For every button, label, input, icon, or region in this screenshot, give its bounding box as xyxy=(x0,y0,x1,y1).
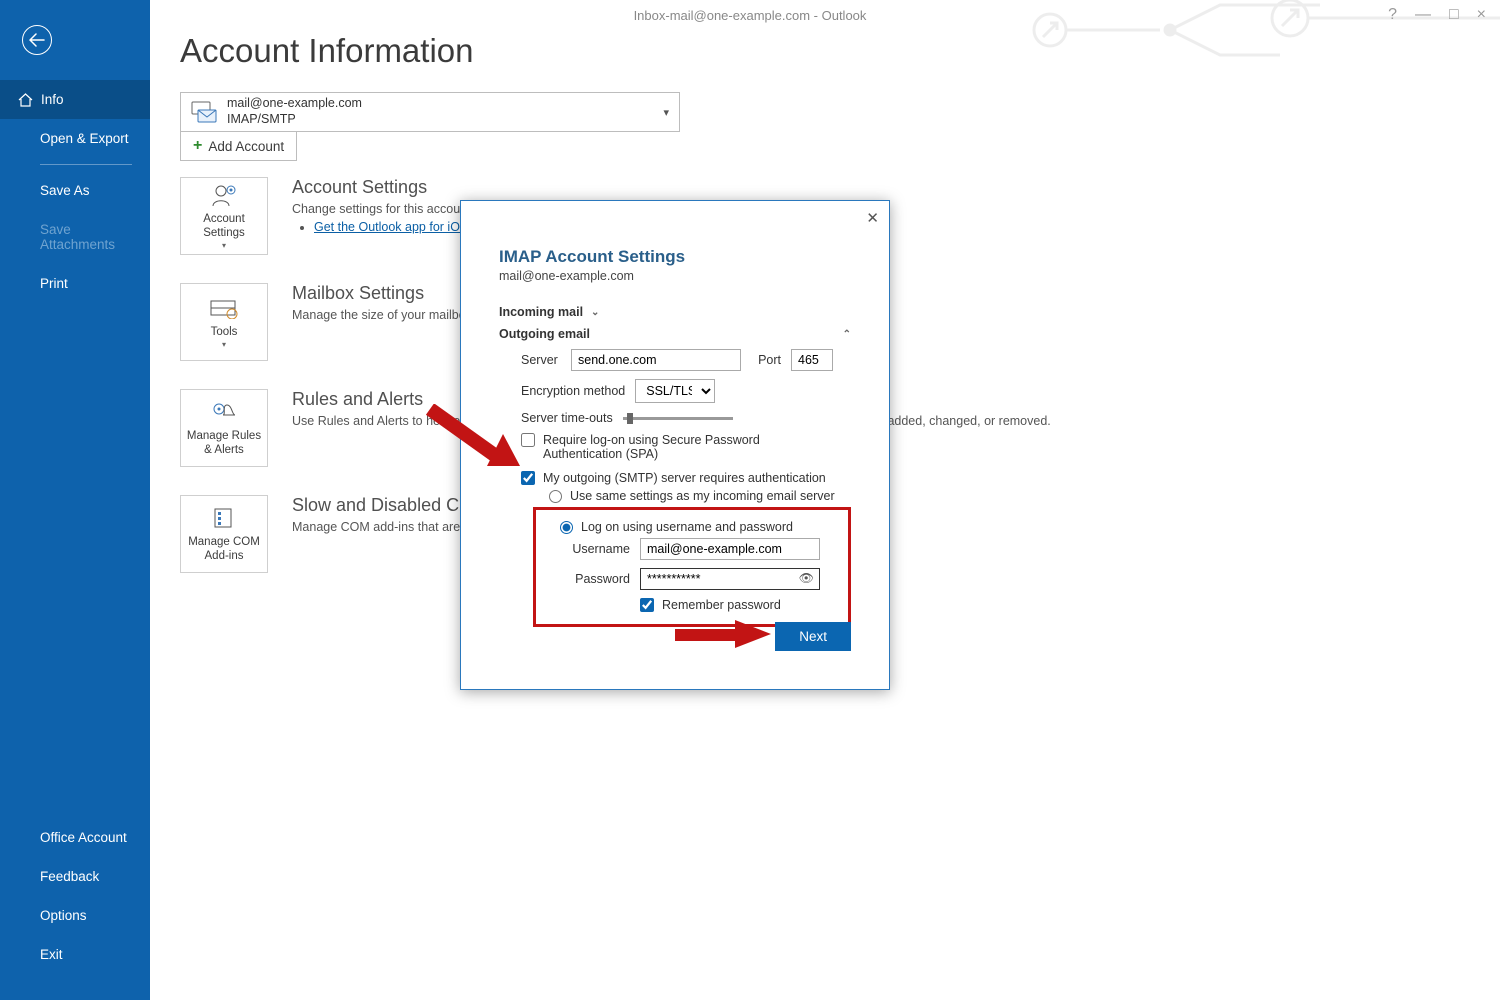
close-icon[interactable]: ✕ xyxy=(866,209,879,227)
tile-label: Account Settings xyxy=(203,213,245,241)
highlight-box: Log on using username and password Usern… xyxy=(533,507,851,627)
user-gear-icon xyxy=(211,181,237,209)
mailbox-icon xyxy=(191,99,217,125)
tile-label: Manage COM Add-ins xyxy=(188,536,260,564)
tile-label: Tools xyxy=(211,326,238,340)
sidebar: Info Open & Export Save As Save Attachme… xyxy=(0,0,150,1000)
chevron-down-icon: ▾ xyxy=(222,340,226,350)
sidebar-item-info[interactable]: Info xyxy=(0,80,150,119)
same-settings-radio[interactable] xyxy=(549,490,562,503)
addins-icon xyxy=(212,504,236,532)
toolbox-icon xyxy=(209,294,239,322)
add-account-button[interactable]: + Add Account xyxy=(180,132,297,161)
sidebar-item-print[interactable]: Print xyxy=(0,264,150,303)
back-button[interactable] xyxy=(0,0,150,80)
tools-tile[interactable]: Tools ▾ xyxy=(180,283,268,361)
add-account-label: Add Account xyxy=(208,139,284,154)
bell-gear-icon xyxy=(210,398,238,426)
server-label: Server xyxy=(521,353,561,367)
logon-radio[interactable] xyxy=(560,521,573,534)
section-title: Account Settings xyxy=(292,177,1470,198)
username-input[interactable] xyxy=(640,538,820,560)
server-input[interactable] xyxy=(571,349,741,371)
encryption-select[interactable]: SSL/TLS xyxy=(635,379,715,403)
imap-settings-dialog: ✕ IMAP Account Settings mail@one-example… xyxy=(460,200,890,690)
sidebar-item-save-as[interactable]: Save As xyxy=(0,171,150,210)
username-label: Username xyxy=(560,542,630,556)
chevron-down-icon: ⌄ xyxy=(591,307,599,318)
manage-com-addins-tile[interactable]: Manage COM Add-ins xyxy=(180,495,268,573)
back-arrow-icon xyxy=(22,25,52,55)
sidebar-item-save-attachments: Save Attachments xyxy=(0,210,150,264)
remember-password-label: Remember password xyxy=(662,598,781,612)
smtp-auth-checkbox[interactable] xyxy=(521,471,535,485)
spa-label: Require log-on using Secure Password Aut… xyxy=(543,433,823,461)
plus-icon: + xyxy=(193,137,202,155)
account-email: mail@one-example.com xyxy=(227,96,663,112)
page-title: Account Information xyxy=(180,32,1470,70)
encryption-label: Encryption method xyxy=(521,384,625,398)
sidebar-item-open-export[interactable]: Open & Export xyxy=(0,119,150,158)
password-label: Password xyxy=(560,572,630,586)
port-label: Port xyxy=(751,353,781,367)
incoming-mail-header[interactable]: Incoming mail ⌄ xyxy=(499,305,851,319)
remember-password-checkbox[interactable] xyxy=(640,598,654,612)
timeouts-slider[interactable] xyxy=(623,417,733,420)
sidebar-item-label: Info xyxy=(41,92,64,107)
manage-rules-tile[interactable]: Manage Rules & Alerts xyxy=(180,389,268,467)
sidebar-item-office-account[interactable]: Office Account xyxy=(0,818,150,857)
window-title: Inbox-mail@one-example.com - Outlook xyxy=(634,8,867,23)
port-input[interactable] xyxy=(791,349,833,371)
account-protocol: IMAP/SMTP xyxy=(227,112,663,128)
tile-label: Manage Rules & Alerts xyxy=(187,430,261,458)
logon-radio-label: Log on using username and password xyxy=(581,520,793,534)
sidebar-item-feedback[interactable]: Feedback xyxy=(0,857,150,896)
account-dropdown-text: mail@one-example.com IMAP/SMTP xyxy=(227,96,663,127)
chevron-up-icon: ⌃ xyxy=(843,329,851,340)
next-button[interactable]: Next xyxy=(775,622,851,651)
home-icon xyxy=(18,93,33,107)
dialog-title: IMAP Account Settings xyxy=(499,247,851,267)
account-settings-tile[interactable]: Account Settings ▾ xyxy=(180,177,268,255)
eye-icon[interactable]: 👁 xyxy=(799,571,814,585)
dialog-subtitle: mail@one-example.com xyxy=(499,269,851,283)
sidebar-divider xyxy=(40,164,132,165)
sidebar-item-options[interactable]: Options xyxy=(0,896,150,935)
timeouts-label: Server time-outs xyxy=(521,411,613,425)
account-dropdown[interactable]: mail@one-example.com IMAP/SMTP ▾ xyxy=(180,92,680,132)
smtp-auth-label: My outgoing (SMTP) server requires authe… xyxy=(543,471,826,485)
chevron-down-icon: ▾ xyxy=(663,106,669,119)
outgoing-mail-header[interactable]: Outgoing email ⌃ xyxy=(499,327,851,341)
spa-checkbox[interactable] xyxy=(521,433,535,447)
password-input[interactable] xyxy=(640,568,820,590)
same-settings-label: Use same settings as my incoming email s… xyxy=(570,489,835,503)
sidebar-item-exit[interactable]: Exit xyxy=(0,935,150,974)
chevron-down-icon: ▾ xyxy=(222,241,226,251)
